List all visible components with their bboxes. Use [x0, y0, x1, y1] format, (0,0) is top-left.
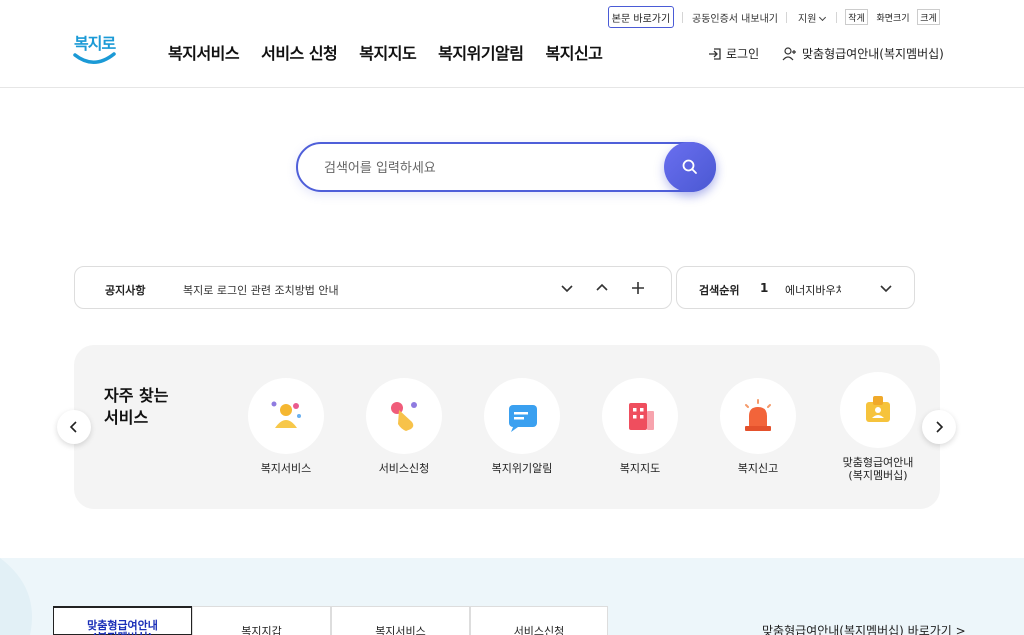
- service-icon-circle: [602, 378, 678, 454]
- membership-shortcut-link[interactable]: 맞춤형급여안내(복지멤버십) 바로가기 >: [762, 622, 966, 635]
- site-logo[interactable]: 복지로: [72, 30, 120, 70]
- font-large-button[interactable]: 크게: [917, 9, 940, 25]
- search-button[interactable]: [664, 142, 716, 192]
- service-label: 복지위기알림: [491, 462, 553, 475]
- building-icon: [629, 403, 654, 430]
- notice-title: 공지사항: [105, 284, 146, 297]
- service-icon-circle: [366, 378, 442, 454]
- search-box: [296, 142, 716, 192]
- carousel-prev-button[interactable]: [57, 410, 91, 444]
- divider: [786, 12, 787, 23]
- membership-label: 맞춤형급여안내(복지멤버십): [802, 47, 944, 61]
- site-header: 본문 바로가기 공동인증서 내보내기 지원 작게 화면크기 크게 복지로 복지서…: [0, 0, 1024, 88]
- notice-next-button[interactable]: [557, 278, 577, 298]
- service-icon-circle: [720, 378, 796, 454]
- search-rank-bar: 검색순위 1 에너지바우처: [676, 266, 915, 309]
- service-label: 복지서비스: [260, 462, 312, 475]
- service-icon-circle: [248, 378, 324, 454]
- service-label: 복지지도: [619, 462, 661, 475]
- notice-bar: 공지사항 복지로 로그인 관련 조치방법 안내: [74, 266, 672, 309]
- shortcut-label: 맞춤형급여안내(복지멤버십) 바로가기: [762, 624, 952, 635]
- skip-to-content-button[interactable]: 본문 바로가기: [608, 6, 674, 28]
- service-item-crisis-alert[interactable]: 복지위기알림: [472, 378, 572, 476]
- membership-link[interactable]: 맞춤형급여안내(복지멤버십): [782, 45, 944, 62]
- membership-badge-icon: [866, 396, 890, 422]
- frequent-services-title: 자주 찾는 서비스: [104, 385, 184, 429]
- siren-icon: [745, 399, 771, 431]
- chevron-right-icon: >: [955, 624, 966, 635]
- chevron-down-icon: [561, 285, 573, 293]
- divider: [682, 12, 683, 23]
- support-label: 지원: [798, 14, 817, 25]
- logo-smile-icon: [73, 52, 116, 64]
- chevron-down-icon: [880, 285, 892, 293]
- divider: [836, 12, 837, 23]
- login-link[interactable]: 로그인: [708, 45, 759, 62]
- service-icon-circle: [484, 378, 560, 454]
- title-line: 자주 찾는: [104, 386, 169, 405]
- support-menu[interactable]: 지원: [798, 10, 827, 25]
- frequent-services-panel: 자주 찾는 서비스 복지서비스 서비스신청 복지위기알림 복지지도 복지신고 맞…: [74, 345, 940, 509]
- tab-membership[interactable]: 맞춤형급여안내 (복지멤버십): [53, 606, 192, 635]
- user-add-icon: [782, 46, 796, 60]
- service-item-report[interactable]: 복지신고: [708, 378, 808, 476]
- font-small-button[interactable]: 작게: [845, 9, 868, 25]
- decorative-shape: [0, 558, 32, 635]
- nav-crisis-alert[interactable]: 복지위기알림: [438, 40, 524, 64]
- service-item-map[interactable]: 복지지도: [590, 378, 690, 476]
- chevron-down-icon: [819, 13, 827, 22]
- chevron-up-icon: [596, 283, 608, 291]
- nav-welfare-service[interactable]: 복지서비스: [168, 40, 240, 64]
- service-label: 복지신고: [737, 462, 779, 475]
- people-icon: [271, 401, 301, 428]
- carousel-next-button[interactable]: [922, 410, 956, 444]
- service-item-welfare[interactable]: 복지서비스: [236, 378, 336, 476]
- service-item-apply[interactable]: 서비스신청: [354, 378, 454, 476]
- message-icon: [509, 405, 537, 432]
- plus-icon: [632, 282, 644, 294]
- chevron-left-icon: [69, 421, 77, 433]
- nav-welfare-map[interactable]: 복지지도: [359, 40, 416, 64]
- nav-service-apply[interactable]: 서비스 신청: [261, 40, 338, 64]
- notice-text[interactable]: 복지로 로그인 관련 조치방법 안내: [183, 282, 339, 298]
- login-icon: [709, 47, 721, 60]
- rank-title: 검색순위: [699, 284, 740, 297]
- rank-expand-button[interactable]: [876, 278, 896, 298]
- certificate-export-link[interactable]: 공동인증서 내보내기: [692, 10, 778, 25]
- search-input[interactable]: [324, 158, 644, 178]
- nav-report[interactable]: 복지신고: [546, 40, 603, 64]
- main-nav: 복지서비스 서비스 신청 복지지도 복지위기알림 복지신고: [168, 40, 624, 64]
- notice-more-button[interactable]: [628, 278, 648, 298]
- rank-number: 1: [760, 281, 769, 295]
- search-icon: [682, 159, 697, 174]
- tab-welfare-service[interactable]: 복지서비스: [331, 606, 470, 635]
- utility-bar: 본문 바로가기 공동인증서 내보내기 지원 작게 화면크기 크게: [0, 6, 1024, 28]
- login-label: 로그인: [726, 47, 760, 61]
- title-line: 서비스: [104, 408, 149, 427]
- chevron-right-icon: [936, 421, 944, 433]
- tap-hand-icon: [391, 402, 417, 431]
- tab-welfare-wallet[interactable]: 복지지갑: [192, 606, 331, 635]
- service-label: 서비스신청: [378, 462, 430, 475]
- service-label: 맞춤형급여안내 (복지멤버십): [842, 456, 914, 482]
- rank-keyword[interactable]: 에너지바우처: [785, 282, 841, 298]
- font-size-label: 화면크기: [876, 13, 910, 24]
- tab-service-apply[interactable]: 서비스신청: [470, 606, 608, 635]
- notice-prev-button[interactable]: [592, 278, 612, 298]
- service-icon-circle: [840, 372, 916, 448]
- service-item-membership[interactable]: 맞춤형급여안내 (복지멤버십): [828, 372, 928, 482]
